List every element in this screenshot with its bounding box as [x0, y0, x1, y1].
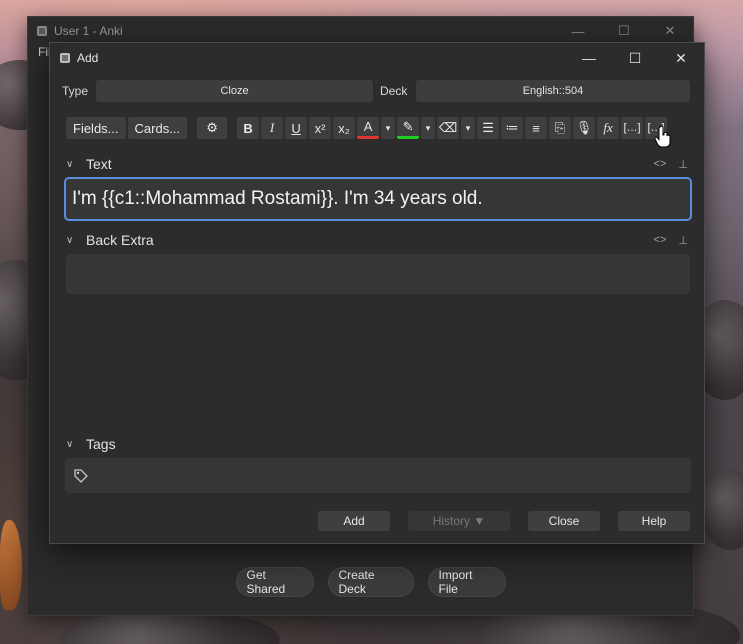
- pin-icon[interactable]: ⊥: [678, 158, 688, 171]
- text-field-editor[interactable]: I'm {{c1::Mohammad Rostami}}. I'm 34 yea…: [64, 177, 692, 221]
- background-rock-orange: [0, 520, 22, 610]
- pin-icon[interactable]: ⊥: [678, 234, 688, 247]
- microphone-icon[interactable]: 🎙: [573, 117, 596, 139]
- chevron-down-icon[interactable]: ∨: [66, 439, 86, 450]
- anki-app-icon: [60, 53, 70, 63]
- background-rock: [700, 470, 743, 550]
- field-header-text[interactable]: ∨ Text <> ⊥: [66, 155, 688, 173]
- maximize-icon[interactable]: ☐: [601, 17, 647, 45]
- help-button[interactable]: Help: [618, 511, 690, 531]
- underline-icon[interactable]: U: [285, 117, 308, 139]
- gear-icon[interactable]: ⚙: [197, 117, 228, 139]
- formula-icon[interactable]: fx: [597, 117, 620, 139]
- back-extra-field-editor[interactable]: [66, 254, 690, 294]
- editor-toolbar: Fields... Cards... ⚙ B I U x² x₂ A ▾ ✎ ▾…: [66, 116, 688, 140]
- cards-button[interactable]: Cards...: [127, 117, 188, 139]
- text-color-icon[interactable]: A: [357, 117, 380, 139]
- main-window-title: User 1 - Anki: [54, 24, 123, 38]
- chevron-down-icon[interactable]: ▾: [381, 117, 396, 139]
- subscript-icon[interactable]: x₂: [333, 117, 356, 139]
- html-editor-icon[interactable]: <>: [654, 234, 667, 247]
- chevron-down-icon[interactable]: ∨: [66, 235, 86, 246]
- get-shared-button[interactable]: Get Shared: [235, 567, 314, 597]
- close-icon[interactable]: ✕: [658, 43, 704, 73]
- field-name-back-extra: Back Extra: [86, 232, 154, 248]
- highlight-color-icon[interactable]: ✎: [397, 117, 420, 139]
- tags-label: Tags: [86, 436, 116, 452]
- attachment-icon[interactable]: ⎘: [549, 117, 572, 139]
- add-button[interactable]: Add: [318, 511, 390, 531]
- text-field-content[interactable]: I'm {{c1::Mohammad Rostami}}. I'm 34 yea…: [72, 188, 483, 210]
- history-button[interactable]: History ▼: [408, 511, 510, 531]
- maximize-icon[interactable]: ☐: [612, 43, 658, 73]
- minimize-icon[interactable]: —: [555, 17, 601, 45]
- field-name-text: Text: [86, 156, 112, 172]
- fields-button[interactable]: Fields...: [66, 117, 126, 139]
- superscript-icon[interactable]: x²: [309, 117, 332, 139]
- import-file-button[interactable]: Import File: [427, 567, 506, 597]
- add-dialog-titlebar: Add — ☐ ✕: [50, 43, 704, 73]
- numbered-list-icon[interactable]: ≔: [501, 117, 524, 139]
- deck-label: Deck: [380, 84, 408, 98]
- cloze-icon[interactable]: […]: [621, 117, 644, 139]
- type-label: Type: [62, 84, 89, 98]
- anki-app-icon: [37, 26, 47, 36]
- note-type-row: Type Cloze Deck English::504: [62, 80, 692, 102]
- bulleted-list-icon[interactable]: ☰: [477, 117, 500, 139]
- minimize-icon[interactable]: —: [566, 43, 612, 73]
- close-button[interactable]: Close: [528, 511, 600, 531]
- chevron-down-icon[interactable]: ∨: [66, 159, 86, 170]
- chevron-down-icon[interactable]: ▾: [421, 117, 436, 139]
- align-icon[interactable]: ≡: [525, 117, 548, 139]
- add-dialog: Add — ☐ ✕ Type Cloze Deck English::504 F…: [49, 42, 705, 544]
- hand-cursor-icon: [654, 125, 671, 148]
- main-bottom-buttons: Get Shared Create Deck Import File: [28, 567, 693, 597]
- add-dialog-footer: Add History ▼ Close Help: [318, 511, 690, 531]
- italic-icon[interactable]: I: [261, 117, 284, 139]
- eraser-icon[interactable]: ⌫: [437, 117, 460, 139]
- chevron-down-icon[interactable]: ▾: [461, 117, 476, 139]
- add-dialog-title: Add: [77, 51, 99, 65]
- tags-input[interactable]: [65, 458, 691, 493]
- bold-icon[interactable]: B: [237, 117, 260, 139]
- note-type-selector[interactable]: Cloze: [96, 80, 373, 102]
- create-deck-button[interactable]: Create Deck: [327, 567, 414, 597]
- tag-icon: [74, 468, 88, 483]
- tags-header[interactable]: ∨ Tags: [66, 435, 688, 453]
- field-header-back-extra[interactable]: ∨ Back Extra <> ⊥: [66, 231, 688, 249]
- html-editor-icon[interactable]: <>: [654, 158, 667, 171]
- deck-selector[interactable]: English::504: [416, 80, 690, 102]
- main-titlebar: User 1 - Anki — ☐ ✕: [28, 17, 693, 45]
- close-icon[interactable]: ✕: [647, 17, 693, 45]
